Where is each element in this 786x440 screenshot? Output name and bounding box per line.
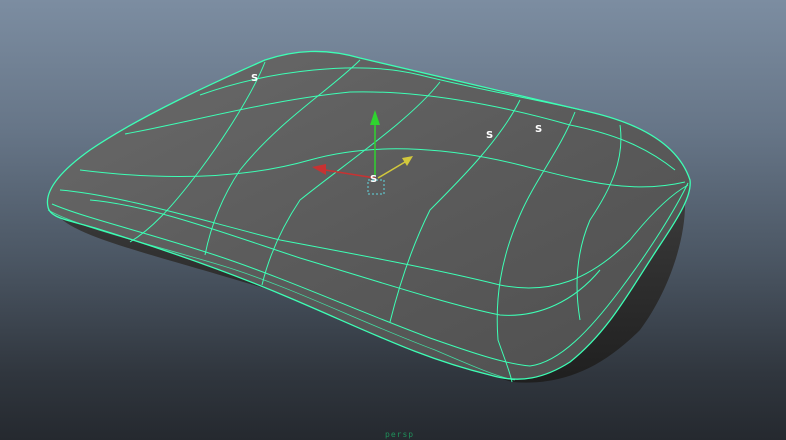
camera-label: persp	[385, 430, 415, 439]
scene-canvas[interactable]	[0, 0, 786, 440]
3d-viewport[interactable]: S S S S persp	[0, 0, 786, 440]
pillow-mesh[interactable]	[46, 50, 691, 380]
